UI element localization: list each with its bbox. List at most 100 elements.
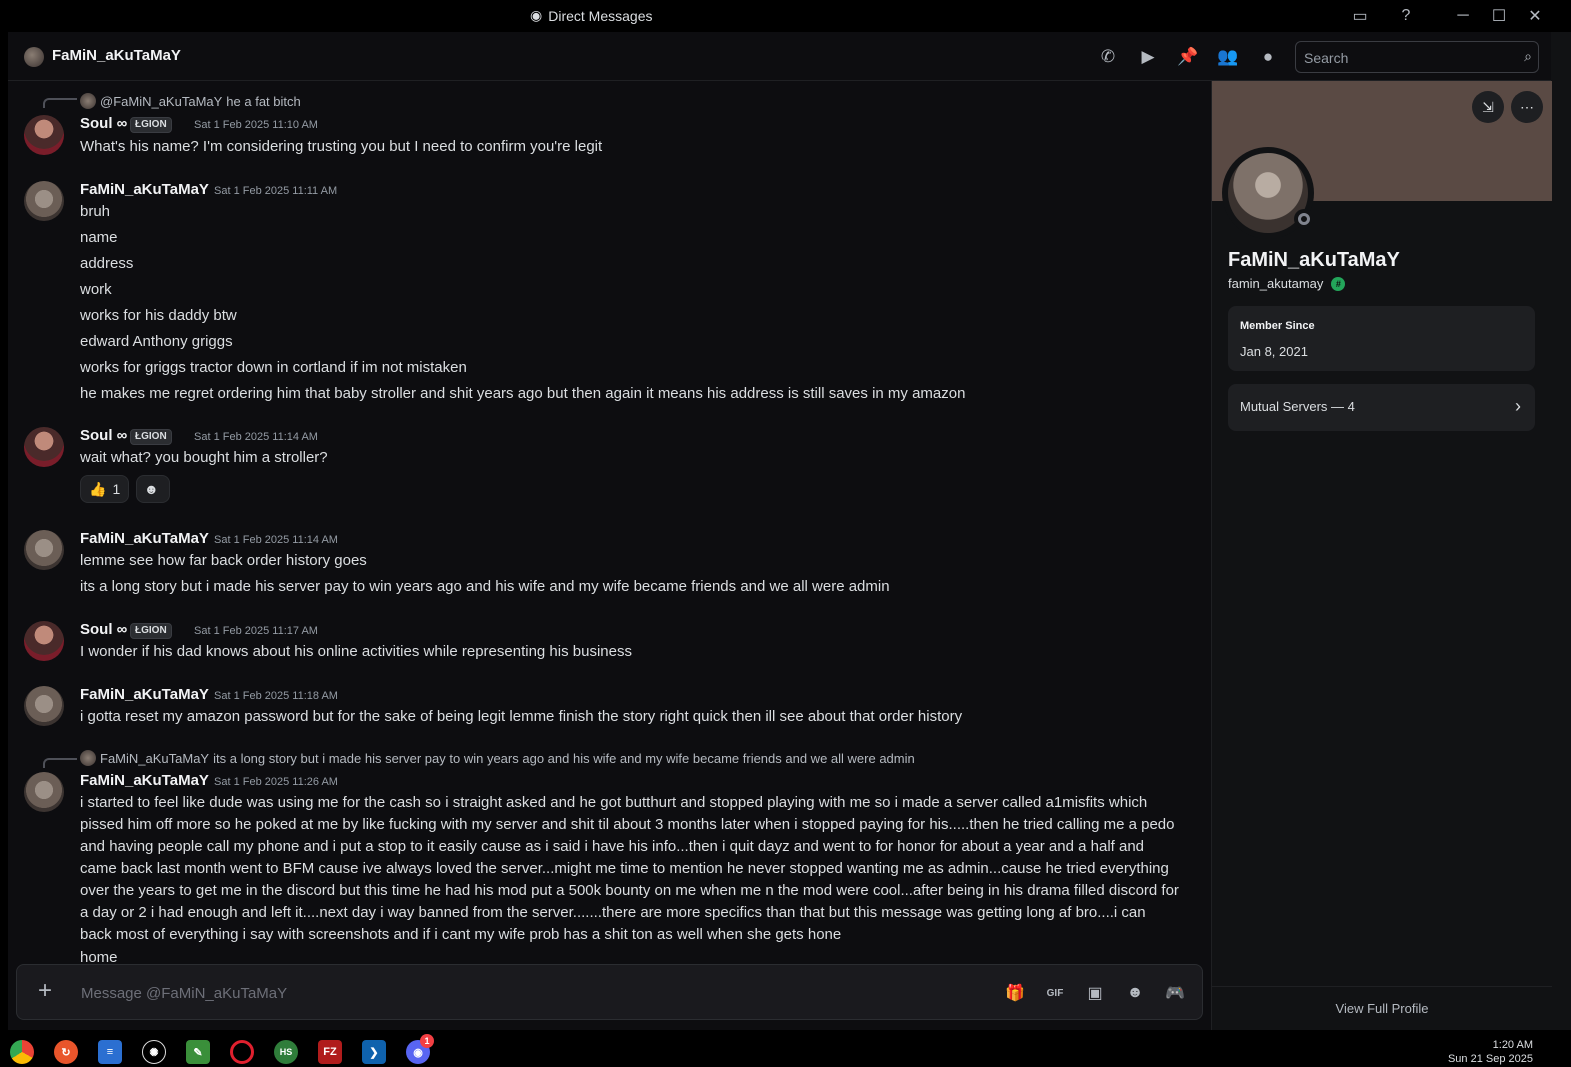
opera-icon[interactable]: [230, 1040, 254, 1064]
mutual-servers-button[interactable]: Mutual Servers — 4 ›: [1228, 384, 1535, 431]
avatar[interactable]: [24, 621, 64, 661]
message-author[interactable]: Soul ∞: [80, 427, 127, 444]
thumbs-up-icon: 👍: [89, 480, 107, 497]
profile-display-name: FaMiN_aKuTaMaY: [1228, 249, 1400, 271]
minimize-button[interactable]: ─: [1450, 4, 1476, 28]
reply-connector: [43, 98, 77, 108]
member-since-card: Member Since Jan 8, 2021: [1228, 306, 1535, 371]
message-timestamp: Sat 1 Feb 2025 11:26 AM: [214, 776, 338, 788]
message-author[interactable]: FaMiN_aKuTaMaY: [80, 530, 209, 547]
more-options-icon[interactable]: ⋯: [1511, 91, 1543, 123]
hs-app-icon[interactable]: HS: [274, 1040, 298, 1064]
header-avatar[interactable]: [24, 47, 44, 67]
message-author[interactable]: Soul ∞: [80, 115, 127, 132]
avatar[interactable]: [24, 427, 64, 467]
search-input[interactable]: [1304, 48, 1504, 68]
reply-avatar: [80, 93, 96, 109]
mutual-servers-label: Mutual Servers — 4: [1240, 399, 1355, 414]
message-timestamp: Sat 1 Feb 2025 11:17 AM: [194, 625, 318, 637]
voice-call-icon[interactable]: ✆: [1096, 45, 1120, 69]
window-titlebar: ◉ Direct Messages ▭ ? ─ ☐ ✕: [0, 0, 1571, 32]
notepad-icon[interactable]: ≡: [98, 1040, 122, 1064]
message-input[interactable]: [81, 981, 981, 1005]
header-username[interactable]: FaMiN_aKuTaMaY: [52, 47, 181, 64]
app-icon[interactable]: ↻: [54, 1040, 78, 1064]
profile-username: famin_akutamay: [1228, 276, 1324, 291]
message-author[interactable]: Soul ∞: [80, 621, 127, 638]
user-profile-panel: ⇲ ⋯ FaMiN_aKuTaMaY famin_akutamay # Memb…: [1211, 81, 1552, 1030]
avatar[interactable]: [24, 772, 64, 812]
reply-text[interactable]: its a long story but i made his server p…: [213, 751, 915, 766]
gif-icon[interactable]: GIF: [1043, 981, 1067, 1005]
search-box[interactable]: ⌕: [1295, 41, 1539, 73]
avatar[interactable]: [24, 530, 64, 570]
member-since-date: Jan 8, 2021: [1240, 344, 1308, 359]
help-icon[interactable]: ?: [1393, 4, 1419, 28]
add-reaction-icon: ☻: [144, 481, 159, 497]
message-content: work: [80, 281, 112, 298]
message-content: wait what? you bought him a stroller?: [80, 449, 328, 466]
message-content: address: [80, 255, 134, 272]
guild-tag-badge[interactable]: ŁGION: [130, 623, 172, 639]
reply-text[interactable]: he a fat bitch: [226, 94, 300, 109]
view-full-profile-button[interactable]: View Full Profile: [1212, 986, 1552, 1030]
message-content: i started to feel like dude was using me…: [80, 794, 1179, 943]
close-button[interactable]: ✕: [1522, 4, 1548, 28]
message-content: What's his name? I'm considering trustin…: [80, 138, 603, 155]
background-window-strip: [1551, 32, 1571, 1030]
discord-app: FaMiN_aKuTaMaY ✆ ▶ 📌 👥 ● ⌕ @FaMiN_aKuTaM…: [8, 32, 1552, 1030]
message-content: works for griggs tractor down in cortlan…: [80, 359, 467, 376]
avatar[interactable]: [24, 115, 64, 155]
inbox-icon[interactable]: ▭: [1347, 4, 1373, 28]
discord-taskbar-icon[interactable]: ◉ 1: [406, 1034, 434, 1064]
pinned-messages-icon[interactable]: 📌: [1176, 45, 1200, 69]
emoji-icon[interactable]: ☻: [1123, 981, 1147, 1005]
vscode-icon[interactable]: ❯: [362, 1040, 386, 1064]
offline-status-icon: [1294, 209, 1314, 229]
chatgpt-icon[interactable]: ✺: [142, 1040, 166, 1064]
reaction-thumbs-up[interactable]: 👍 1: [80, 475, 130, 503]
gift-icon[interactable]: 🎁: [1003, 981, 1027, 1005]
message-list[interactable]: @FaMiN_aKuTaMaY he a fat bitch Soul ∞ ŁG…: [8, 81, 1211, 964]
reply-preview[interactable]: @FaMiN_aKuTaMaY he a fat bitch: [80, 93, 301, 109]
reply-avatar: [80, 750, 96, 766]
maximize-button[interactable]: ☐: [1486, 4, 1512, 28]
system-clock[interactable]: 1:20 AM Sun 21 Sep 2025: [1448, 1038, 1533, 1066]
message-content: he makes me regret ordering him that bab…: [80, 385, 966, 402]
message-timestamp: Sat 1 Feb 2025 11:14 AM: [214, 534, 338, 546]
add-reaction-button[interactable]: ☻: [136, 475, 170, 503]
message-author[interactable]: FaMiN_aKuTaMaY: [80, 772, 209, 789]
message-content: edward Anthony griggs: [80, 333, 233, 350]
sticker-icon[interactable]: ▣: [1083, 981, 1107, 1005]
reply-author[interactable]: @FaMiN_aKuTaMaY: [100, 94, 222, 109]
clock-date: Sun 21 Sep 2025: [1447, 1053, 1533, 1065]
taskbar: ↻ ≡ ✺ ✎ HS FZ ❯ ◉ 1 1:20 AM Sun 21 Sep 2…: [0, 1030, 1571, 1067]
message-author[interactable]: FaMiN_aKuTaMaY: [80, 686, 209, 703]
message-content: I wonder if his dad knows about his onli…: [80, 643, 632, 660]
activities-icon[interactable]: 🎮: [1163, 981, 1187, 1005]
window-title-text: Direct Messages: [548, 7, 653, 24]
discord-icon: ◉: [530, 7, 543, 23]
chrome-icon[interactable]: [10, 1040, 34, 1064]
dm-header: FaMiN_aKuTaMaY ✆ ▶ 📌 👥 ● ⌕: [8, 32, 1551, 81]
filezilla-icon[interactable]: FZ: [318, 1040, 342, 1064]
reply-preview[interactable]: FaMiN_aKuTaMaY its a long story but i ma…: [80, 750, 915, 766]
avatar[interactable]: [24, 181, 64, 221]
message-content: bruh: [80, 203, 111, 220]
add-friends-to-dm-icon[interactable]: 👥: [1216, 45, 1240, 69]
reply-author[interactable]: FaMiN_aKuTaMaY: [100, 751, 209, 766]
guild-tag-badge[interactable]: ŁGION: [130, 117, 172, 133]
notepad-plus-icon[interactable]: ✎: [186, 1040, 210, 1064]
avatar[interactable]: [24, 686, 64, 726]
clock-time: 1:20 AM: [1492, 1039, 1533, 1051]
hashtag-badge-icon[interactable]: #: [1331, 276, 1346, 291]
message-content: home: [80, 949, 118, 964]
notification-badge: 1: [420, 1034, 434, 1048]
video-call-icon[interactable]: ▶: [1136, 45, 1160, 69]
message-timestamp: Sat 1 Feb 2025 11:11 AM: [214, 185, 338, 197]
guild-tag-badge[interactable]: ŁGION: [130, 429, 172, 445]
add-friend-icon[interactable]: ⇲: [1472, 91, 1504, 123]
user-profile-toggle-icon[interactable]: ●: [1256, 45, 1280, 69]
message-author[interactable]: FaMiN_aKuTaMaY: [80, 181, 209, 198]
upload-plus-button[interactable]: +: [33, 979, 57, 1004]
